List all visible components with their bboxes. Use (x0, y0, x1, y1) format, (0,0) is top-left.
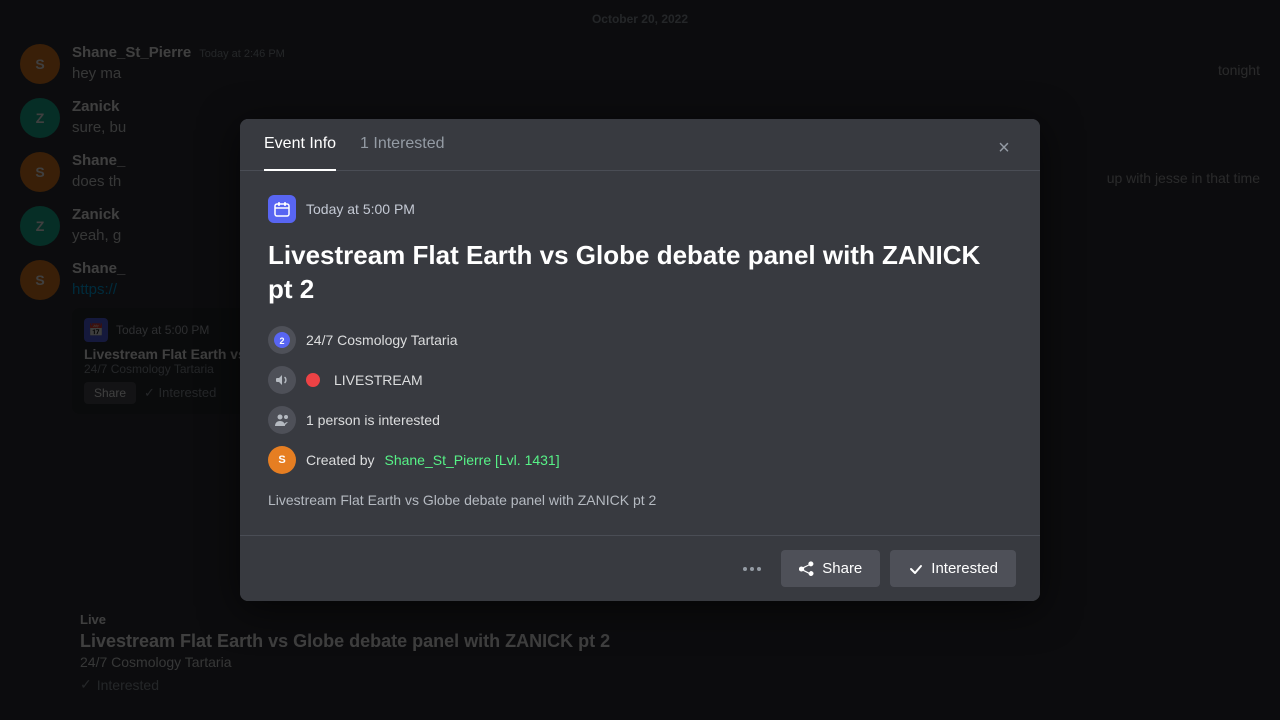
share-label: Share (822, 560, 862, 577)
creator-row: S Created by Shane_St_Pierre [Lvl. 1431] (268, 446, 1012, 474)
event-description: Livestream Flat Earth vs Globe debate pa… (268, 490, 1012, 511)
interested-count: 1 person is interested (306, 412, 440, 428)
share-button[interactable]: Share (781, 550, 880, 587)
calendar-icon (268, 195, 296, 223)
more-options-button[interactable] (733, 561, 771, 577)
tab-event-info[interactable]: Event Info (264, 119, 336, 171)
organizer-icon: 2 (268, 326, 296, 354)
svg-text:2: 2 (279, 336, 284, 346)
creator-avatar: S (268, 446, 296, 474)
speaker-icon (268, 366, 296, 394)
people-icon (268, 406, 296, 434)
livestream-row: LIVESTREAM (268, 366, 1012, 394)
interested-label: Interested (931, 560, 998, 577)
tab-interested[interactable]: 1 Interested (360, 119, 445, 171)
modal-overlay: Event Info 1 Interested × Today at (0, 0, 1280, 720)
interested-row: 1 person is interested (268, 406, 1012, 434)
modal-tabs: Event Info 1 Interested × (240, 119, 1040, 171)
modal-body: Today at 5:00 PM Livestream Flat Earth v… (240, 171, 1040, 536)
organizer-row: 2 24/7 Cosmology Tartaria (268, 326, 1012, 354)
share-icon (799, 561, 815, 577)
event-modal: Event Info 1 Interested × Today at (240, 119, 1040, 602)
live-dot (306, 373, 320, 387)
event-title: Livestream Flat Earth vs Globe debate pa… (268, 239, 1012, 307)
event-datetime: Today at 5:00 PM (268, 195, 1012, 223)
organizer-name: 24/7 Cosmology Tartaria (306, 332, 457, 348)
creator-link[interactable]: Shane_St_Pierre [Lvl. 1431] (384, 452, 559, 468)
event-datetime-text: Today at 5:00 PM (306, 201, 415, 217)
modal-footer: Share Interested (240, 535, 1040, 601)
creator-prefix: Created by (306, 452, 374, 468)
checkmark-icon (908, 561, 924, 577)
close-button[interactable]: × (988, 133, 1020, 165)
interested-button[interactable]: Interested (890, 550, 1016, 587)
livestream-label: LIVESTREAM (334, 372, 423, 388)
